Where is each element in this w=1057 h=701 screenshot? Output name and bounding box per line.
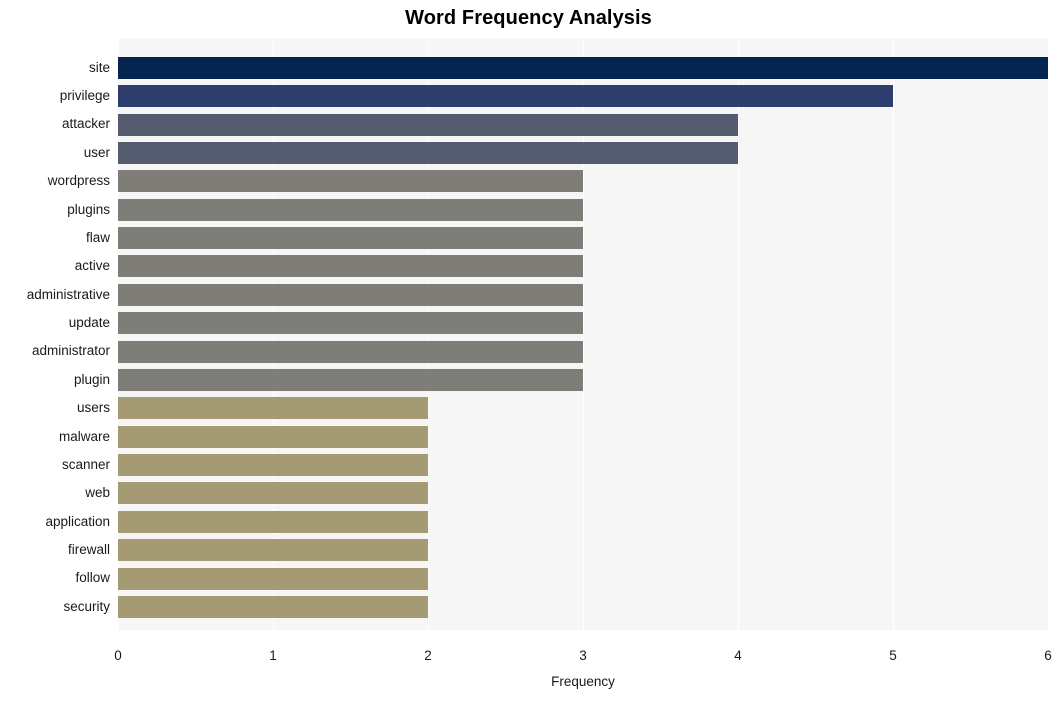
bar-firewall[interactable] (118, 539, 428, 562)
bar-row (118, 564, 1048, 592)
bar-row (118, 252, 1048, 280)
y-tick-label-firewall: firewall (67, 542, 110, 558)
x-tick-label-5: 5 (889, 648, 897, 663)
bar-row (118, 423, 1048, 451)
bar-privilege[interactable] (118, 85, 893, 108)
bar-row (118, 54, 1048, 82)
bar-attacker[interactable] (118, 113, 738, 136)
bar-site[interactable] (118, 56, 1048, 79)
bar-row (118, 593, 1048, 621)
bar-plugin[interactable] (118, 368, 583, 391)
bar-malware[interactable] (118, 425, 428, 448)
x-axis-title: Frequency (551, 674, 615, 689)
y-tick-label-site: site (88, 59, 110, 75)
plot-area (118, 38, 1049, 630)
bar-scanner[interactable] (118, 454, 428, 477)
bar-application[interactable] (118, 510, 428, 533)
bar-wordpress[interactable] (118, 170, 583, 193)
x-tick-label-3: 3 (579, 648, 587, 663)
bar-row (118, 224, 1048, 252)
bar-row (118, 196, 1048, 224)
y-tick-label-malware: malware (58, 428, 110, 444)
y-tick-label-user: user (83, 144, 110, 160)
gridline-x-6 (1048, 38, 1049, 630)
bar-row (118, 167, 1048, 195)
y-tick-label-follow: follow (75, 570, 110, 586)
y-axis-labels: site privilege attacker user wordpress plugin… (0, 38, 110, 630)
bar-row (118, 337, 1048, 365)
bar-flaw[interactable] (118, 227, 583, 250)
y-tick-label-users: users (76, 400, 110, 416)
chart-title: Word Frequency Analysis (405, 7, 652, 29)
bar-row (118, 366, 1048, 394)
bar-row (118, 508, 1048, 536)
x-axis-ticks: 0 1 2 3 4 5 6 (114, 630, 1052, 663)
y-tick-label-privilege: privilege (59, 87, 110, 103)
y-tick-label-security: security (63, 598, 110, 614)
bar-row (118, 281, 1048, 309)
bar-series (118, 38, 1048, 630)
y-tick-label-plugin: plugin (73, 371, 110, 387)
bar-row (118, 394, 1048, 422)
y-tick-label-scanner: scanner (61, 456, 110, 472)
y-tick-label-attacker: attacker (61, 116, 110, 132)
bar-plugins[interactable] (118, 198, 583, 221)
x-tick-label-0: 0 (114, 648, 122, 663)
bar-row (118, 110, 1048, 138)
bar-row (118, 479, 1048, 507)
bar-row (118, 309, 1048, 337)
bar-active[interactable] (118, 255, 583, 278)
bar-row (118, 536, 1048, 564)
word-frequency-chart-figure: Word Frequency Analysis site privilege att… (0, 0, 1057, 701)
bar-web[interactable] (118, 482, 428, 505)
bar-row (118, 139, 1048, 167)
bar-security[interactable] (118, 596, 428, 618)
bar-row (118, 82, 1048, 110)
bar-row (118, 451, 1048, 479)
y-tick-label-web: web (85, 485, 110, 501)
bar-users[interactable] (118, 397, 428, 420)
x-tick-label-4: 4 (734, 648, 742, 663)
bar-update[interactable] (118, 312, 583, 335)
bar-follow[interactable] (118, 567, 428, 590)
x-tick-label-2: 2 (424, 648, 432, 663)
y-tick-label-flaw: flaw (85, 229, 110, 245)
y-tick-label-update: update (68, 315, 110, 331)
x-tick-label-1: 1 (269, 648, 277, 663)
y-tick-label-plugins: plugins (67, 201, 110, 217)
y-tick-label-administrative: administrative (26, 286, 110, 302)
y-tick-label-wordpress: wordpress (47, 173, 110, 189)
y-tick-label-application: application (45, 513, 110, 529)
x-tick-label-6: 6 (1044, 648, 1052, 663)
bar-administrator[interactable] (118, 340, 583, 363)
y-tick-label-administrator: administrator (31, 343, 110, 359)
y-tick-label-active: active (74, 258, 110, 274)
bar-user[interactable] (118, 141, 738, 164)
bar-administrative[interactable] (118, 283, 583, 306)
